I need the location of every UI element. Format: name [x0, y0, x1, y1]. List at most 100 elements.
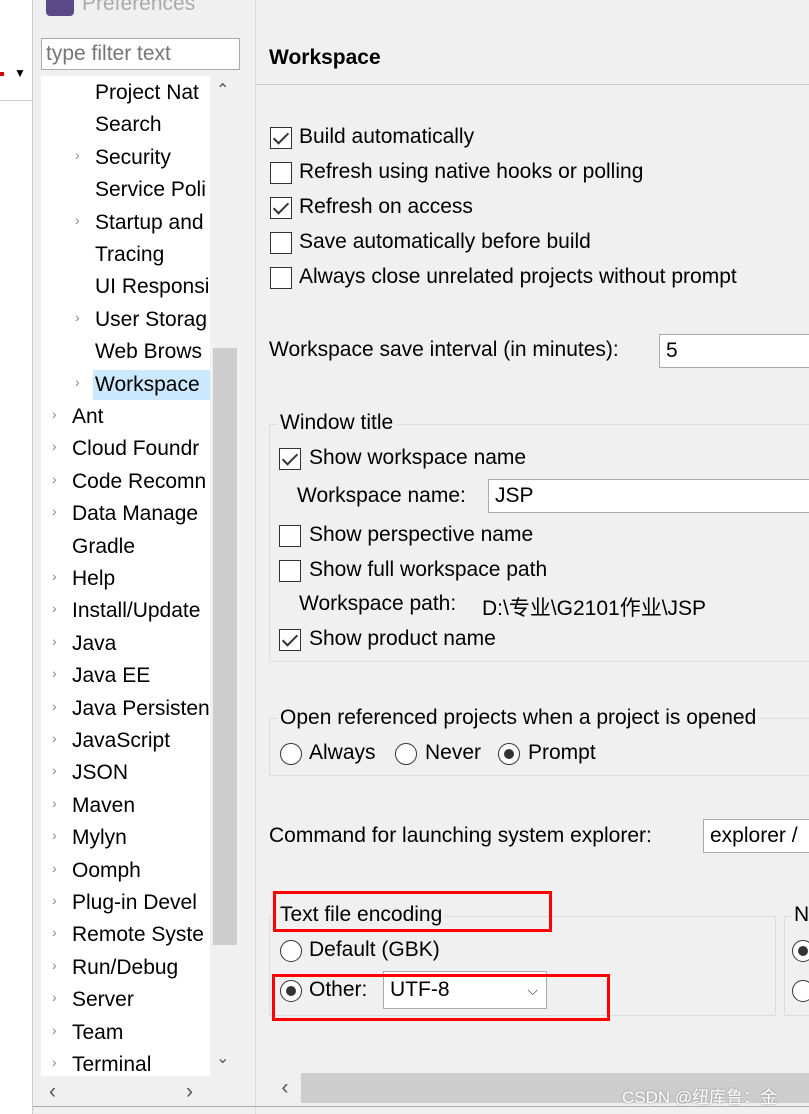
expand-chevron-icon[interactable]: ›: [52, 406, 57, 422]
expand-chevron-icon[interactable]: ›: [52, 762, 57, 778]
checkbox[interactable]: [270, 127, 292, 149]
tree-item[interactable]: Security: [93, 143, 173, 173]
show-workspace-name-checkbox[interactable]: [279, 448, 301, 470]
workspace-name-input[interactable]: JSP: [488, 479, 809, 513]
expand-chevron-icon[interactable]: ›: [52, 633, 57, 649]
expand-chevron-icon[interactable]: ›: [52, 698, 57, 714]
scroll-left-icon[interactable]: ‹: [269, 1073, 301, 1103]
tree-item[interactable]: Ant: [70, 402, 106, 432]
expand-chevron-icon[interactable]: ›: [52, 827, 57, 843]
page-title: Workspace: [269, 46, 381, 69]
encoding-default-radio[interactable]: [280, 940, 302, 962]
delimiter-default-radio[interactable]: [792, 940, 809, 962]
tree-item[interactable]: Java Persisten: [70, 694, 212, 724]
tree-item[interactable]: Mylyn: [70, 823, 129, 853]
tree-scroll-thumb[interactable]: [213, 348, 237, 945]
checkbox[interactable]: [270, 267, 292, 289]
tree-item[interactable]: Maven: [70, 791, 137, 821]
tree-item[interactable]: Oomph: [70, 856, 143, 886]
expand-chevron-icon[interactable]: ›: [52, 503, 57, 519]
dropdown-arrow-icon[interactable]: ▼: [14, 66, 26, 80]
scroll-left-icon[interactable]: ‹: [49, 1080, 56, 1104]
expand-chevron-icon[interactable]: ›: [52, 1054, 57, 1070]
system-explorer-label: Command for launching system explorer:: [269, 824, 652, 847]
divider: [0, 100, 33, 101]
tree-item[interactable]: Code Recomn: [70, 467, 208, 497]
line-delimiter-legend: N: [792, 903, 809, 927]
tree-item[interactable]: Tracing: [93, 240, 166, 270]
expand-chevron-icon[interactable]: ›: [52, 1022, 57, 1038]
show-perspective-name-label: Show perspective name: [309, 523, 534, 546]
filter-input[interactable]: [41, 38, 240, 70]
open-never-radio[interactable]: [395, 743, 417, 765]
tree-item[interactable]: Terminal: [70, 1050, 153, 1076]
expand-chevron-icon[interactable]: ›: [52, 568, 57, 584]
highlight-box: [273, 891, 552, 932]
open-referenced-legend: Open referenced projects when a project …: [277, 706, 760, 730]
tree-item[interactable]: JSON: [70, 758, 130, 788]
eclipse-gear-icon: [46, 0, 74, 16]
show-workspace-name-label: Show workspace name: [309, 446, 527, 469]
marker-icon: [0, 72, 4, 76]
tree-item[interactable]: Install/Update: [70, 596, 202, 626]
tree-item[interactable]: UI Responsi: [93, 272, 211, 302]
checkbox[interactable]: [270, 232, 292, 254]
expand-chevron-icon[interactable]: ›: [52, 730, 57, 746]
tree-item[interactable]: Workspace: [93, 369, 211, 400]
expand-chevron-icon[interactable]: ›: [52, 665, 57, 681]
expand-chevron-icon[interactable]: ›: [52, 989, 57, 1005]
tree-item[interactable]: Remote Syste: [70, 920, 206, 950]
system-explorer-input[interactable]: explorer /: [703, 819, 809, 853]
tree-item[interactable]: Data Manage: [70, 499, 200, 529]
expand-chevron-icon[interactable]: ›: [52, 860, 57, 876]
expand-chevron-icon[interactable]: ›: [52, 957, 57, 973]
checkbox[interactable]: [270, 197, 292, 219]
tree-item[interactable]: Plug-in Devel: [70, 888, 199, 918]
tree-item[interactable]: JavaScript: [70, 726, 172, 756]
show-full-path-label: Show full workspace path: [309, 558, 548, 581]
save-interval-input[interactable]: 5: [659, 334, 809, 368]
tree-item[interactable]: Run/Debug: [70, 953, 180, 983]
show-perspective-name-checkbox[interactable]: [279, 525, 301, 547]
show-product-name-checkbox[interactable]: [279, 629, 301, 651]
scroll-down-icon[interactable]: ⌄: [216, 1048, 229, 1068]
tree-item[interactable]: Server: [70, 985, 136, 1015]
tree-item[interactable]: Service Poli: [93, 175, 208, 205]
scroll-up-icon[interactable]: ⌃: [216, 80, 229, 100]
show-full-path-checkbox[interactable]: [279, 560, 301, 582]
scroll-right-icon[interactable]: ›: [186, 1080, 193, 1104]
expand-chevron-icon[interactable]: ›: [52, 924, 57, 940]
expand-chevron-icon[interactable]: ›: [52, 795, 57, 811]
open-prompt-radio[interactable]: [498, 743, 520, 765]
tree-item[interactable]: Web Brows: [93, 337, 204, 367]
tree-item[interactable]: Project Nat: [93, 78, 201, 108]
checkbox[interactable]: [270, 162, 292, 184]
expand-chevron-icon[interactable]: ›: [75, 147, 80, 163]
tree-item[interactable]: Help: [70, 564, 117, 594]
checkbox-label: Build automatically: [299, 125, 475, 148]
checkbox-label: Always close unrelated projects without …: [299, 265, 737, 288]
delimiter-other-radio[interactable]: [792, 980, 809, 1002]
tree-item[interactable]: Cloud Foundr: [70, 434, 201, 464]
divider: [33, 1106, 809, 1107]
open-always-radio[interactable]: [280, 743, 302, 765]
tree-horizontal-scrollbar[interactable]: ‹ ›: [41, 1076, 240, 1108]
tree-item[interactable]: Gradle: [70, 532, 137, 562]
expand-chevron-icon[interactable]: ›: [52, 600, 57, 616]
encoding-default-label: Default (GBK): [309, 938, 440, 961]
tree-item[interactable]: Java EE: [70, 661, 152, 691]
expand-chevron-icon[interactable]: ›: [52, 438, 57, 454]
workspace-path-value: D:\专业\G2101作业\JSP: [482, 597, 707, 620]
tree-item[interactable]: Search: [93, 110, 164, 140]
tree-item[interactable]: Java: [70, 629, 118, 659]
tree-item[interactable]: Team: [70, 1018, 125, 1048]
expand-chevron-icon[interactable]: ›: [75, 374, 80, 390]
expand-chevron-icon[interactable]: ›: [52, 892, 57, 908]
tree-item[interactable]: User Storag: [93, 305, 209, 335]
checkbox-label: Save automatically before build: [299, 230, 591, 253]
expand-chevron-icon[interactable]: ›: [52, 471, 57, 487]
expand-chevron-icon[interactable]: ›: [75, 212, 80, 228]
expand-chevron-icon[interactable]: ›: [75, 309, 80, 325]
tree-item[interactable]: Startup and: [93, 208, 206, 238]
open-prompt-label: Prompt: [528, 741, 596, 764]
